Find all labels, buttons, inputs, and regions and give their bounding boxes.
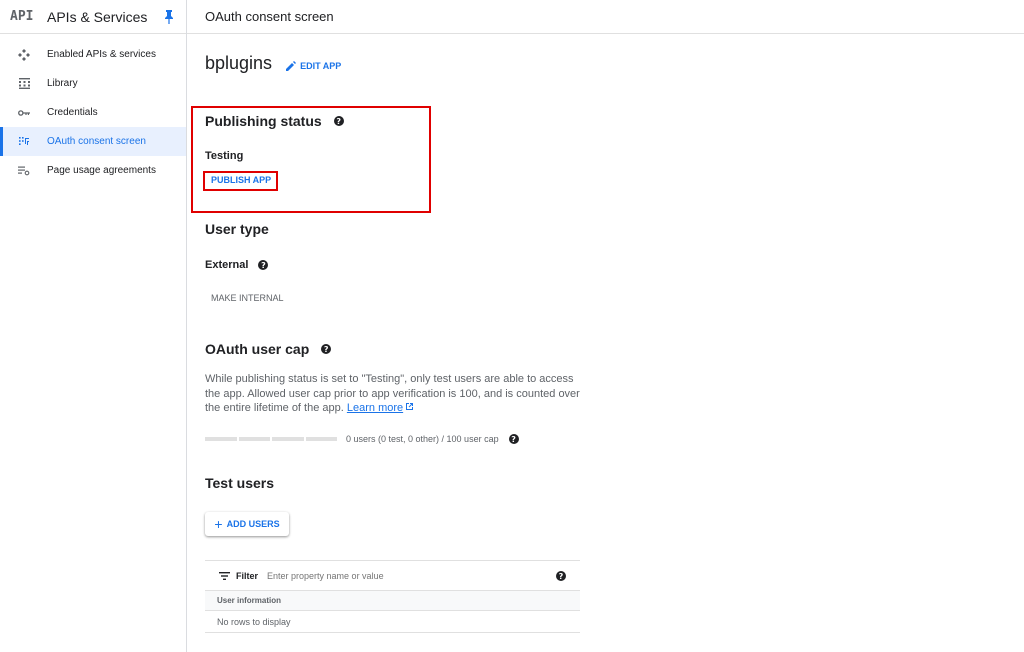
sidebar-item-oauth-consent[interactable]: OAuth consent screen: [0, 127, 186, 156]
sidebar-item-label: Page usage agreements: [47, 165, 156, 176]
help-icon[interactable]: ?: [556, 571, 566, 581]
sidebar-header: API APIs & Services: [0, 0, 186, 34]
sidebar-item-label: OAuth consent screen: [47, 136, 146, 147]
api-logo: API: [10, 9, 34, 24]
test-users-heading: Test users: [205, 475, 274, 491]
sidebar-item-page-usage[interactable]: Page usage agreements: [0, 156, 186, 185]
publishing-status-value: Testing: [205, 150, 244, 162]
make-internal-button[interactable]: MAKE INTERNAL: [211, 293, 284, 303]
external-link-icon: [406, 403, 414, 410]
publishing-status-heading: Publishing status ?: [205, 113, 344, 129]
user-type-title: User type: [205, 221, 269, 237]
pencil-icon: [286, 60, 297, 71]
help-icon[interactable]: ?: [258, 260, 269, 270]
edit-app-label: EDIT APP: [300, 60, 342, 71]
user-cap-meter: 0 users (0 test, 0 other) / 100 user cap…: [205, 434, 519, 444]
key-icon: [17, 106, 31, 120]
sidebar: API APIs & Services Enabled APIs & servi…: [0, 0, 187, 652]
consent-dots-icon: [17, 135, 31, 149]
sidebar-item-label: Library: [47, 78, 78, 89]
app-name: bplugins: [205, 53, 273, 73]
empty-table-message: No rows to display: [205, 611, 580, 633]
publishing-status-title: Publishing status: [205, 113, 322, 129]
help-icon[interactable]: ?: [333, 116, 344, 126]
sidebar-item-library[interactable]: Library: [0, 69, 186, 98]
top-bar: OAuth consent screen: [187, 0, 1024, 34]
filter-label: Filter: [236, 570, 259, 581]
page-title: OAuth consent screen: [205, 9, 334, 24]
test-users-title: Test users: [205, 475, 274, 491]
user-type-heading: User type: [205, 221, 269, 237]
app-header: bplugins EDIT APP: [205, 53, 341, 74]
user-cap-text: 0 users (0 test, 0 other) / 100 user cap: [346, 434, 499, 444]
column-header-user-information[interactable]: User information: [205, 591, 580, 611]
filter-input[interactable]: [267, 570, 468, 581]
sidebar-item-label: Credentials: [47, 107, 98, 118]
filter-bar: Filter ?: [205, 561, 580, 591]
library-grid-icon: [17, 77, 31, 91]
user-type-value: External: [205, 259, 249, 271]
sidebar-nav: Enabled APIs & services Library Credenti…: [0, 40, 186, 185]
plus-icon: +: [214, 516, 223, 532]
sidebar-item-label: Enabled APIs & services: [47, 49, 156, 60]
apis-diamond-icon: [17, 48, 31, 62]
user-type-row: External ?: [205, 259, 269, 271]
settings-list-icon: [17, 164, 31, 178]
edit-app-button[interactable]: EDIT APP: [286, 60, 342, 71]
sidebar-item-enabled-apis[interactable]: Enabled APIs & services: [0, 40, 186, 69]
add-users-button[interactable]: + ADD USERS: [205, 512, 289, 536]
user-cap-heading: OAuth user cap ?: [205, 341, 332, 357]
sidebar-item-credentials[interactable]: Credentials: [0, 98, 186, 127]
filter-icon: [219, 571, 230, 580]
learn-more-link[interactable]: Learn more: [347, 402, 403, 414]
user-cap-progress-bar: [205, 437, 337, 441]
test-users-table: Filter ? User information No rows to dis…: [205, 560, 580, 633]
help-icon[interactable]: ?: [508, 434, 519, 444]
user-cap-description: While publishing status is set to "Testi…: [205, 372, 585, 416]
pin-icon[interactable]: [164, 10, 174, 24]
publish-app-button[interactable]: PUBLISH APP: [211, 175, 271, 185]
add-users-label: ADD USERS: [226, 519, 280, 529]
help-icon[interactable]: ?: [321, 344, 332, 354]
sidebar-title: APIs & Services: [47, 8, 148, 25]
user-cap-title: OAuth user cap: [205, 341, 310, 357]
